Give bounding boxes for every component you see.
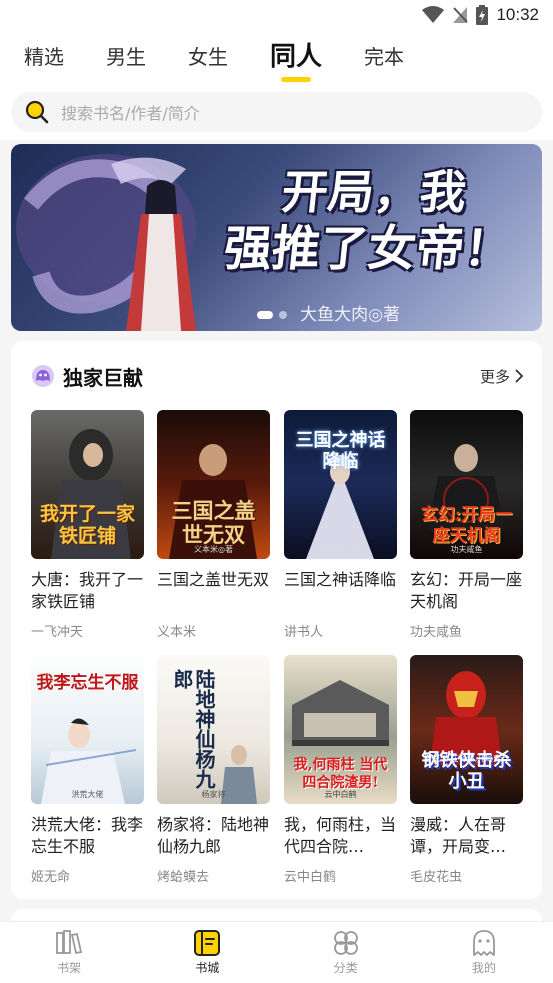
status-time: 10:32 xyxy=(496,5,539,24)
book-title: 我，何雨柱，当代四合院… xyxy=(284,815,397,856)
book-author: 烤蛤蟆去 xyxy=(157,870,210,885)
book-item[interactable]: 三国之盖世无双 义本米◎著 三国之盖世无双 义本米 xyxy=(157,410,270,640)
book-item[interactable]: 玄幻:开局一座天机阁 功夫咸鱼 玄幻：开局一座天机阁 功夫咸鱼 xyxy=(410,410,523,640)
tab-female[interactable]: 女生 xyxy=(188,47,228,67)
nav-bookshelf[interactable]: 书架 xyxy=(0,922,138,983)
bookstore-icon xyxy=(194,930,221,956)
status-icons: 10:32 xyxy=(422,5,539,25)
book-title: 玄幻：开局一座天机阁 xyxy=(410,570,523,611)
book-author: 一飞冲天 xyxy=(31,625,84,640)
banner-author: 大鱼大肉◎著 xyxy=(300,305,400,325)
book-author: 云中白鹤 xyxy=(284,870,337,885)
book-cover-author: 杨家将 xyxy=(201,790,226,799)
tab-completed[interactable]: 完本 xyxy=(364,47,404,67)
search-input[interactable]: 搜索书名/作者/简介 xyxy=(11,92,542,132)
book-cover-title: 玄幻:开局一座天机阁 xyxy=(420,505,513,546)
book-cover-title: 我开了一家铁匠铺 xyxy=(39,503,135,547)
carousel-indicator xyxy=(257,311,287,319)
search-icon xyxy=(25,100,49,124)
book-title: 三国之盖世无双 xyxy=(157,570,270,589)
wifi-icon xyxy=(422,6,445,23)
book-cover: 钢铁侠击杀小丑 漫威:人在哥谭,开局变身 xyxy=(410,655,523,804)
book-cover: 三国之盖世无双 义本米◎著 xyxy=(157,410,270,559)
battery-icon xyxy=(476,5,489,25)
book-title: 三国之神话降临 xyxy=(284,570,397,589)
search-placeholder: 搜索书名/作者/简介 xyxy=(61,104,200,123)
book-item[interactable]: 我李忘生不服 洪荒大佬 洪荒大佬：我李忘生不服 姬无命 xyxy=(31,655,144,885)
category-tabs: 精选 男生 女生 同人 完本 xyxy=(0,32,553,82)
book-cover-author: 讲书人◎著 xyxy=(321,545,360,554)
book-cover-title: 三国之盖世无双 xyxy=(171,498,256,547)
banner-title-line2: 强推了女帝！ xyxy=(221,221,515,277)
book-cover: 玄幻:开局一座天机阁 功夫咸鱼 xyxy=(410,410,523,559)
exclusive-section: 独家巨献 更多 我开了一家铁匠铺 大唐：我开了一家铁匠铺 一飞冲天 三国之盖世无… xyxy=(11,341,542,899)
no-signal-icon xyxy=(453,7,469,23)
book-cover: 我,何雨柱 当代四合院渣男! 云中白鹤 xyxy=(284,655,397,804)
status-bar: 10:32 xyxy=(0,0,553,32)
bookshelf-icon xyxy=(56,930,83,955)
book-author: 功夫咸鱼 xyxy=(410,625,463,640)
nav-bookstore[interactable]: 书城 xyxy=(138,922,276,983)
book-title: 洪荒大佬：我李忘生不服 xyxy=(31,815,144,856)
profile-icon xyxy=(472,930,495,956)
banner-title-line1: 开局，我 xyxy=(279,165,469,219)
book-cover-author: 漫威:人在哥谭,开局变身 xyxy=(423,754,510,763)
nav-category[interactable]: 分类 xyxy=(277,922,415,983)
nav-profile[interactable]: 我的 xyxy=(415,922,553,983)
nav-label: 书架 xyxy=(57,961,82,975)
book-author: 义本米 xyxy=(157,625,197,640)
carousel-dot-active xyxy=(257,311,273,319)
book-item[interactable]: 我开了一家铁匠铺 大唐：我开了一家铁匠铺 一飞冲天 xyxy=(31,410,144,640)
section-title: 独家巨献 xyxy=(63,365,143,390)
book-author: 毛皮花虫 xyxy=(410,870,463,885)
book-cover: 我开了一家铁匠铺 xyxy=(31,410,144,559)
banner-title: 开局，我 强推了女帝！ xyxy=(195,164,542,278)
promo-banner[interactable]: 开局，我 强推了女帝！ 大鱼大肉◎著 xyxy=(11,144,542,331)
book-item[interactable]: 陆地神仙杨九郎 杨家将 杨家将：陆地神仙杨九郎 烤蛤蟆去 xyxy=(157,655,270,885)
bottom-navigation: 书架 书城 分类 我的 xyxy=(0,921,553,983)
search-section: 搜索书名/作者/简介 xyxy=(0,82,553,140)
tab-fanfiction[interactable]: 同人 xyxy=(270,44,322,70)
book-author: 姬无命 xyxy=(31,870,71,885)
book-item[interactable]: 钢铁侠击杀小丑 漫威:人在哥谭,开局变身 漫威：人在哥谭，开局变… 毛皮花虫 xyxy=(410,655,523,885)
nav-label: 书城 xyxy=(195,961,220,975)
ghost-badge-icon xyxy=(32,365,54,387)
book-author: 讲书人 xyxy=(284,625,324,640)
book-cover-title: 陆地神仙杨九郎 xyxy=(170,669,216,789)
book-cover: 我李忘生不服 洪荒大佬 xyxy=(31,655,144,804)
book-cover-author: 义本米◎著 xyxy=(194,545,233,554)
book-cover-title: 我李忘生不服 xyxy=(36,673,139,693)
book-cover-title: 我,何雨柱 当代四合院渣男! xyxy=(293,757,388,791)
tab-male[interactable]: 男生 xyxy=(106,47,146,67)
book-title: 大唐：我开了一家铁匠铺 xyxy=(31,570,144,611)
more-label: 更多 xyxy=(479,367,510,386)
book-title: 杨家将：陆地神仙杨九郎 xyxy=(157,815,270,856)
book-cover-title: 三国之神话降临 xyxy=(295,430,386,472)
book-cover: 陆地神仙杨九郎 杨家将 xyxy=(157,655,270,804)
book-cover: 三国之神话降临 讲书人◎著 xyxy=(284,410,397,559)
tab-featured[interactable]: 精选 xyxy=(24,47,64,67)
section-header: 独家巨献 更多 xyxy=(31,359,524,393)
book-cover-author: 洪荒大佬 xyxy=(71,790,104,799)
category-icon xyxy=(333,931,358,955)
carousel-dot xyxy=(279,311,287,319)
book-item[interactable]: 我,何雨柱 当代四合院渣男! 云中白鹤 我，何雨柱，当代四合院… 云中白鹤 xyxy=(284,655,397,885)
nav-label: 分类 xyxy=(333,961,358,975)
chevron-right-icon xyxy=(515,369,524,383)
nav-label: 我的 xyxy=(471,961,496,975)
book-cover-author: 云中白鹤 xyxy=(324,790,357,799)
book-title: 漫威：人在哥谭，开局变… xyxy=(410,815,507,856)
book-cover-author: 功夫咸鱼 xyxy=(450,545,483,554)
book-item[interactable]: 三国之神话降临 讲书人◎著 三国之神话降临 讲书人 xyxy=(284,410,397,640)
more-button[interactable]: 更多 xyxy=(480,366,524,387)
